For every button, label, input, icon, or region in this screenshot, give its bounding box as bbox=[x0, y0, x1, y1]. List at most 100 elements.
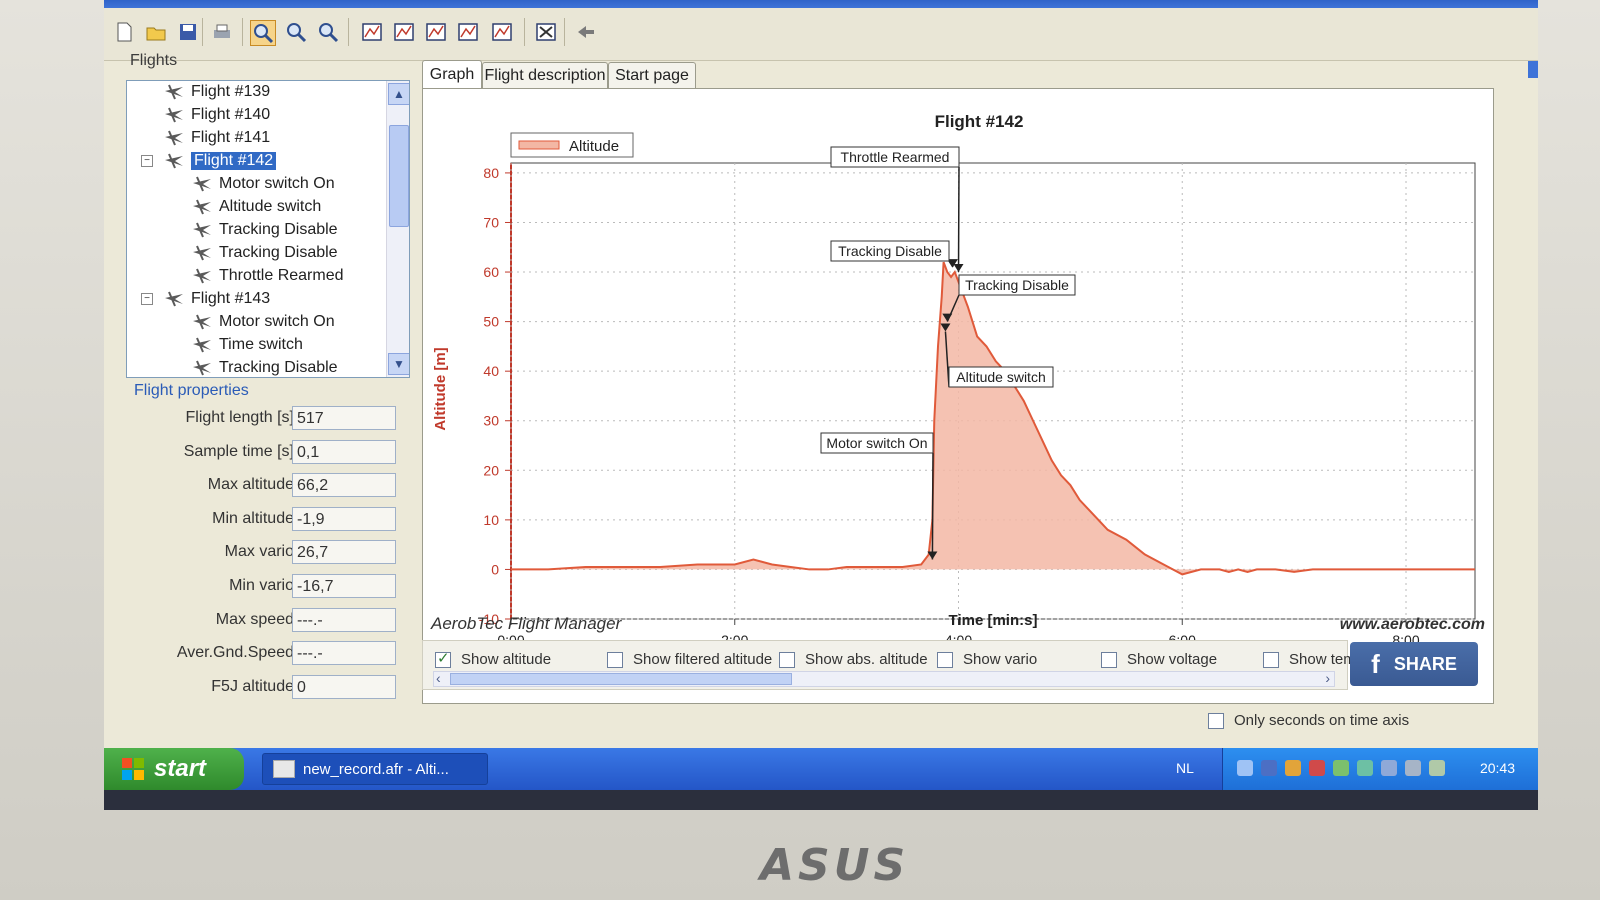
start-button[interactable]: start bbox=[104, 748, 244, 790]
event-tree-item[interactable]: Tracking Disable bbox=[191, 219, 338, 241]
only-seconds-checkbox[interactable] bbox=[1208, 712, 1224, 729]
graph-tool-1-icon[interactable] bbox=[360, 20, 384, 44]
close-graph-icon[interactable] bbox=[534, 20, 558, 44]
update-icon[interactable] bbox=[1333, 760, 1349, 776]
taskbar: start new_record.afr - Alti... NL 20:43 bbox=[104, 748, 1538, 790]
scroll-up-icon[interactable]: ▲ bbox=[388, 83, 409, 105]
scroll-left-icon[interactable]: ‹ bbox=[436, 670, 441, 686]
flight-tree-item[interactable]: Flight #140 bbox=[163, 104, 270, 126]
option-show-altitude[interactable]: Show altitude bbox=[435, 649, 551, 668]
zoom-in-icon[interactable] bbox=[250, 20, 276, 46]
property-value: 517 bbox=[292, 406, 396, 430]
property-value: -1,9 bbox=[292, 506, 396, 531]
option-checkbox[interactable] bbox=[937, 651, 953, 668]
graph-tool-4-icon[interactable] bbox=[456, 20, 480, 44]
scroll-thumb[interactable] bbox=[389, 125, 409, 227]
altitude-chart: -10010203040506070800:002:004:006:008:00… bbox=[430, 112, 1485, 648]
annotation-label: Tracking Disable bbox=[838, 243, 942, 259]
event-tree-item[interactable]: Motor switch On bbox=[191, 311, 335, 333]
volume-icon[interactable] bbox=[1285, 760, 1301, 776]
zoom-out-icon[interactable] bbox=[284, 20, 308, 44]
collapse-icon[interactable]: − bbox=[141, 293, 153, 305]
property-value: 26,7 bbox=[292, 540, 396, 565]
taskbar-app-button[interactable]: new_record.afr - Alti... bbox=[262, 753, 488, 785]
event-tree-item[interactable]: Time switch bbox=[191, 334, 303, 356]
tree-item-label: Time switch bbox=[219, 336, 303, 353]
event-tree-item[interactable]: Motor switch On bbox=[191, 173, 335, 195]
option-checkbox[interactable] bbox=[1101, 651, 1117, 668]
event-tree-item[interactable]: Throttle Rearmed bbox=[191, 265, 344, 287]
footer-url: www.aerobtec.com bbox=[1340, 616, 1485, 633]
only-seconds-label: Only seconds on time axis bbox=[1234, 712, 1410, 729]
mail-icon[interactable] bbox=[1429, 760, 1445, 776]
battery-icon[interactable] bbox=[1261, 760, 1277, 776]
open-folder-icon[interactable] bbox=[144, 20, 168, 44]
save-icon[interactable] bbox=[176, 20, 200, 44]
option-checkbox[interactable] bbox=[779, 651, 795, 668]
glider-icon bbox=[193, 245, 211, 261]
tray-app-icon[interactable] bbox=[1357, 760, 1373, 776]
event-tree-item[interactable]: Tracking Disable bbox=[191, 357, 338, 377]
tree-item-label: Flight #140 bbox=[191, 106, 271, 123]
y-tick-label: 80 bbox=[483, 165, 499, 181]
screen: Flights ▲ ▼ Flight #139 Flight #140 Flight… bbox=[104, 0, 1538, 810]
option-checkbox[interactable] bbox=[435, 649, 451, 668]
option-show-voltage[interactable]: Show voltage bbox=[1101, 651, 1217, 668]
property-row: Sample time [s] 0,1 bbox=[134, 439, 414, 466]
system-tray: 20:43 bbox=[1222, 748, 1538, 790]
scroll-down-icon[interactable]: ▼ bbox=[388, 353, 409, 375]
option-checkbox[interactable] bbox=[1263, 651, 1279, 668]
glider-icon bbox=[193, 314, 211, 330]
flights-group-label: Flights bbox=[130, 52, 178, 69]
property-row: Min altitude -1,9 bbox=[134, 506, 414, 533]
tab-start-page[interactable]: Start page bbox=[608, 62, 696, 89]
flight-tree-item[interactable]: Flight #142 bbox=[163, 150, 277, 172]
y-tick-label: 70 bbox=[483, 214, 499, 230]
share-button[interactable]: f SHARE bbox=[1350, 642, 1478, 686]
options-scrollbar[interactable]: ‹ › bbox=[433, 670, 1335, 687]
option-show-vario[interactable]: Show vario bbox=[937, 651, 1037, 668]
option-show-filtered-altitude[interactable]: Show filtered altitude bbox=[607, 651, 772, 668]
security-icon[interactable] bbox=[1309, 760, 1325, 776]
windows-logo-icon bbox=[122, 758, 144, 780]
y-tick-label: 40 bbox=[483, 363, 499, 379]
window-titlebar bbox=[104, 0, 1538, 8]
display-icon[interactable] bbox=[1381, 760, 1397, 776]
property-value: ---.- bbox=[292, 641, 396, 666]
new-file-icon[interactable] bbox=[112, 20, 136, 44]
scroll-right-icon[interactable]: › bbox=[1325, 670, 1330, 686]
event-tree-item[interactable]: Tracking Disable bbox=[191, 242, 338, 264]
toolbar-separator bbox=[202, 18, 203, 46]
graph-tool-5-icon[interactable] bbox=[490, 20, 514, 44]
option-checkbox[interactable] bbox=[607, 651, 623, 668]
option-show-abs-altitude[interactable]: Show abs. altitude bbox=[779, 651, 928, 668]
zoom-fit-icon[interactable] bbox=[316, 20, 340, 44]
print-icon[interactable] bbox=[210, 20, 234, 44]
toolbar-separator bbox=[524, 18, 525, 46]
flight-tree-item[interactable]: Flight #141 bbox=[163, 127, 270, 149]
tab-flight-description[interactable]: Flight description bbox=[482, 62, 608, 89]
tree-scrollbar[interactable]: ▲ ▼ bbox=[386, 81, 409, 377]
tree-item-label: Tracking Disable bbox=[219, 359, 338, 376]
property-label: Sample time [s] bbox=[183, 442, 294, 460]
flight-tree-item[interactable]: Flight #143 bbox=[163, 288, 270, 310]
language-indicator[interactable]: NL bbox=[1176, 760, 1194, 776]
tab-graph[interactable]: Graph bbox=[422, 60, 482, 89]
option-show-tem[interactable]: Show tem bbox=[1263, 651, 1356, 668]
export-icon[interactable] bbox=[574, 20, 598, 44]
event-tree-item[interactable]: Altitude switch bbox=[191, 196, 321, 218]
graph-tool-3-icon[interactable] bbox=[424, 20, 448, 44]
screen-bottom-edge bbox=[104, 790, 1538, 810]
property-label: Min altitude bbox=[212, 509, 294, 527]
options-scroll-thumb[interactable] bbox=[450, 673, 792, 685]
start-label: start bbox=[154, 755, 207, 782]
collapse-icon[interactable]: − bbox=[141, 155, 153, 167]
tree-item-label: Flight #143 bbox=[191, 290, 271, 307]
glider-icon bbox=[193, 360, 211, 376]
property-row: Max altitude 66,2 bbox=[134, 473, 414, 499]
flight-tree-item[interactable]: Flight #139 bbox=[163, 81, 270, 103]
only-seconds-option[interactable]: Only seconds on time axis bbox=[1208, 712, 1409, 729]
network-icon[interactable] bbox=[1237, 760, 1253, 776]
graph-tool-2-icon[interactable] bbox=[392, 20, 416, 44]
monitor-icon[interactable] bbox=[1405, 760, 1421, 776]
